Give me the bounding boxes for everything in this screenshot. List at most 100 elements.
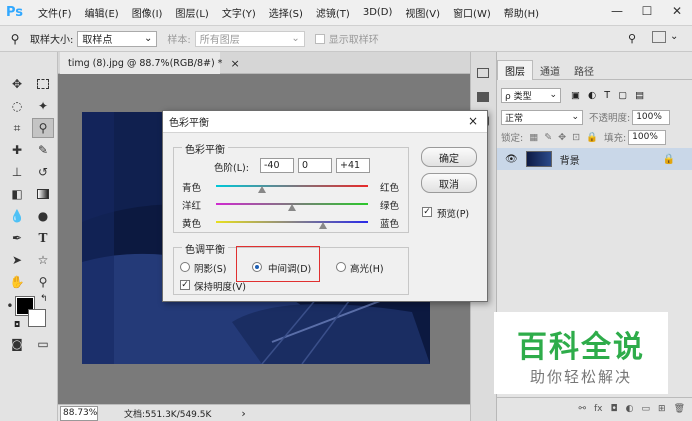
zoom-tool-icon[interactable]: ⚲ bbox=[32, 272, 54, 292]
menu-edit[interactable]: 编辑(E) bbox=[85, 5, 119, 20]
status-menu-arrow-icon[interactable]: › bbox=[241, 407, 245, 420]
preview-checkbox[interactable]: ✓ bbox=[422, 207, 432, 217]
path-selection-tool-icon[interactable]: ➤ bbox=[6, 250, 28, 270]
workspace-chevron-icon[interactable]: ⌄ bbox=[670, 31, 678, 42]
highlights-radio[interactable] bbox=[336, 262, 346, 272]
shadows-radio[interactable] bbox=[180, 262, 190, 272]
preserve-luminosity-checkbox[interactable]: ✓ bbox=[180, 280, 190, 290]
menu-type[interactable]: 文字(Y) bbox=[222, 5, 256, 20]
clone-stamp-tool-icon[interactable]: ⊥ bbox=[6, 162, 28, 182]
lock-artboard-icon[interactable]: ⊡ bbox=[572, 132, 580, 143]
menu-select[interactable]: 选择(S) bbox=[269, 5, 303, 20]
fill-field[interactable]: 100% bbox=[628, 129, 667, 145]
sample-select[interactable]: 所有图层 ⌄ bbox=[194, 30, 305, 47]
yellow-blue-slider-track[interactable] bbox=[216, 221, 368, 223]
screen-mode-icon[interactable]: ▭ bbox=[32, 334, 54, 354]
levels-field-cyan-red[interactable]: -40 bbox=[260, 158, 294, 173]
menu-filter[interactable]: 滤镜(T) bbox=[316, 5, 350, 20]
background-color-swatch[interactable] bbox=[28, 309, 46, 327]
dodge-tool-icon[interactable]: ● bbox=[32, 206, 54, 226]
menu-image[interactable]: 图像(I) bbox=[132, 5, 163, 20]
dialog-close-button[interactable]: × bbox=[465, 113, 481, 129]
history-brush-tool-icon[interactable]: ↺ bbox=[32, 162, 54, 182]
new-layer-icon[interactable]: ⊞ bbox=[658, 404, 666, 414]
tab-channels[interactable]: 通道 bbox=[533, 60, 567, 80]
move-tool-icon[interactable]: ✥ bbox=[6, 74, 28, 94]
midtones-label[interactable]: 中间调(D) bbox=[268, 261, 311, 275]
tab-layers[interactable]: 图层 bbox=[497, 60, 533, 80]
eye-icon[interactable]: 👁 bbox=[505, 154, 518, 165]
eyedropper-tool-icon[interactable]: ⚲ bbox=[32, 118, 54, 138]
filter-smart-icon[interactable]: ▤ bbox=[635, 90, 644, 101]
history-panel-icon[interactable] bbox=[477, 68, 489, 78]
add-mask-icon[interactable]: ◘ bbox=[611, 404, 618, 414]
link-layers-icon[interactable]: ⚯ bbox=[578, 404, 586, 414]
preserve-luminosity-label[interactable]: 保持明度(V) bbox=[194, 279, 246, 293]
lasso-tool-icon[interactable]: ◌ bbox=[6, 96, 28, 116]
filter-shape-icon[interactable]: ▢ bbox=[618, 90, 627, 101]
brush-tool-icon[interactable]: ✎ bbox=[32, 140, 54, 160]
workspace-icon[interactable] bbox=[652, 31, 666, 43]
marquee-tool-icon[interactable] bbox=[32, 74, 54, 94]
dialog-title-bar[interactable]: 色彩平衡 × bbox=[163, 111, 487, 133]
restore-button[interactable]: ☐ bbox=[632, 0, 662, 22]
lock-image-icon[interactable]: ✎ bbox=[544, 132, 552, 143]
ok-button[interactable]: 确定 bbox=[421, 147, 477, 167]
magic-wand-tool-icon[interactable]: ✦ bbox=[32, 96, 54, 116]
menu-view[interactable]: 视图(V) bbox=[405, 5, 440, 20]
filter-pixel-icon[interactable]: ▣ bbox=[571, 90, 580, 101]
show-ring-checkbox[interactable] bbox=[314, 33, 325, 44]
new-group-icon[interactable]: ▭ bbox=[642, 404, 651, 414]
gradient-tool-icon[interactable] bbox=[32, 184, 54, 204]
lock-all-icon[interactable]: 🔒 bbox=[586, 132, 598, 143]
filter-type-icon[interactable]: T bbox=[604, 90, 610, 101]
type-tool-icon[interactable]: T bbox=[32, 228, 54, 248]
lock-pixels-icon[interactable]: ▦ bbox=[529, 132, 538, 143]
lock-position-icon[interactable]: ✥ bbox=[558, 132, 566, 143]
tab-paths[interactable]: 路径 bbox=[567, 60, 601, 80]
filter-adjustment-icon[interactable]: ◐ bbox=[588, 90, 596, 101]
properties-panel-icon[interactable] bbox=[477, 92, 489, 102]
menu-layer[interactable]: 图层(L) bbox=[175, 5, 208, 20]
hand-tool-icon[interactable]: ✋ bbox=[6, 272, 28, 292]
healing-brush-tool-icon[interactable]: ✚ bbox=[6, 140, 28, 160]
zoom-field[interactable]: 88.73% bbox=[60, 405, 98, 421]
trash-icon[interactable]: 🗑 bbox=[674, 404, 685, 414]
shadows-label[interactable]: 阴影(S) bbox=[194, 261, 226, 275]
sample-size-select[interactable]: 取样点 ⌄ bbox=[77, 30, 158, 47]
midtones-radio[interactable] bbox=[252, 262, 262, 272]
menu-3d[interactable]: 3D(D) bbox=[363, 7, 393, 18]
cancel-button[interactable]: 取消 bbox=[421, 173, 477, 193]
opacity-field[interactable]: 100% bbox=[632, 109, 671, 125]
levels-field-yellow-blue[interactable]: +41 bbox=[336, 158, 370, 173]
highlights-label[interactable]: 高光(H) bbox=[350, 261, 384, 275]
layer-filter-select[interactable]: ρ 类型 ⌄ bbox=[501, 87, 561, 103]
yellow-blue-slider-thumb[interactable] bbox=[319, 222, 328, 229]
crop-tool-icon[interactable]: ⌗ bbox=[6, 118, 28, 138]
eyedropper-preset-icon[interactable]: ⚲ bbox=[0, 32, 30, 46]
tab-close-icon[interactable]: × bbox=[230, 57, 239, 70]
cyan-red-slider-track[interactable] bbox=[216, 185, 368, 187]
pen-tool-icon[interactable]: ✒ bbox=[6, 228, 28, 248]
document-tab[interactable]: timg (8).jpg @ 88.7%(RGB/8#) * × bbox=[60, 52, 240, 74]
shape-tool-icon[interactable]: ☆ bbox=[32, 250, 54, 270]
levels-field-magenta-green[interactable]: 0 bbox=[298, 158, 332, 173]
cyan-red-slider-thumb[interactable] bbox=[257, 186, 266, 193]
blur-tool-icon[interactable]: 💧 bbox=[6, 206, 28, 226]
menu-help[interactable]: 帮助(H) bbox=[504, 5, 539, 20]
adjustment-layer-icon[interactable]: ◐ bbox=[626, 404, 634, 414]
menu-window[interactable]: 窗口(W) bbox=[453, 5, 491, 20]
preview-label[interactable]: 预览(P) bbox=[437, 206, 469, 220]
minimize-button[interactable]: — bbox=[602, 0, 632, 22]
quick-mask-icon[interactable]: ◙ bbox=[6, 334, 28, 354]
search-icon[interactable]: ⚲ bbox=[628, 32, 636, 45]
default-colors-icon[interactable]: ◘ bbox=[14, 320, 20, 329]
eraser-tool-icon[interactable]: ◧ bbox=[6, 184, 28, 204]
close-window-button[interactable]: ✕ bbox=[662, 0, 692, 22]
menu-file[interactable]: 文件(F) bbox=[38, 5, 72, 20]
layer-row-background[interactable]: 👁 背景 🔒 bbox=[497, 148, 692, 170]
blend-mode-select[interactable]: 正常 ⌄ bbox=[501, 109, 583, 125]
magenta-green-slider-thumb[interactable] bbox=[288, 204, 296, 211]
swap-colors-icon[interactable]: ↰ bbox=[40, 294, 48, 304]
layer-style-icon[interactable]: fx bbox=[594, 404, 603, 414]
